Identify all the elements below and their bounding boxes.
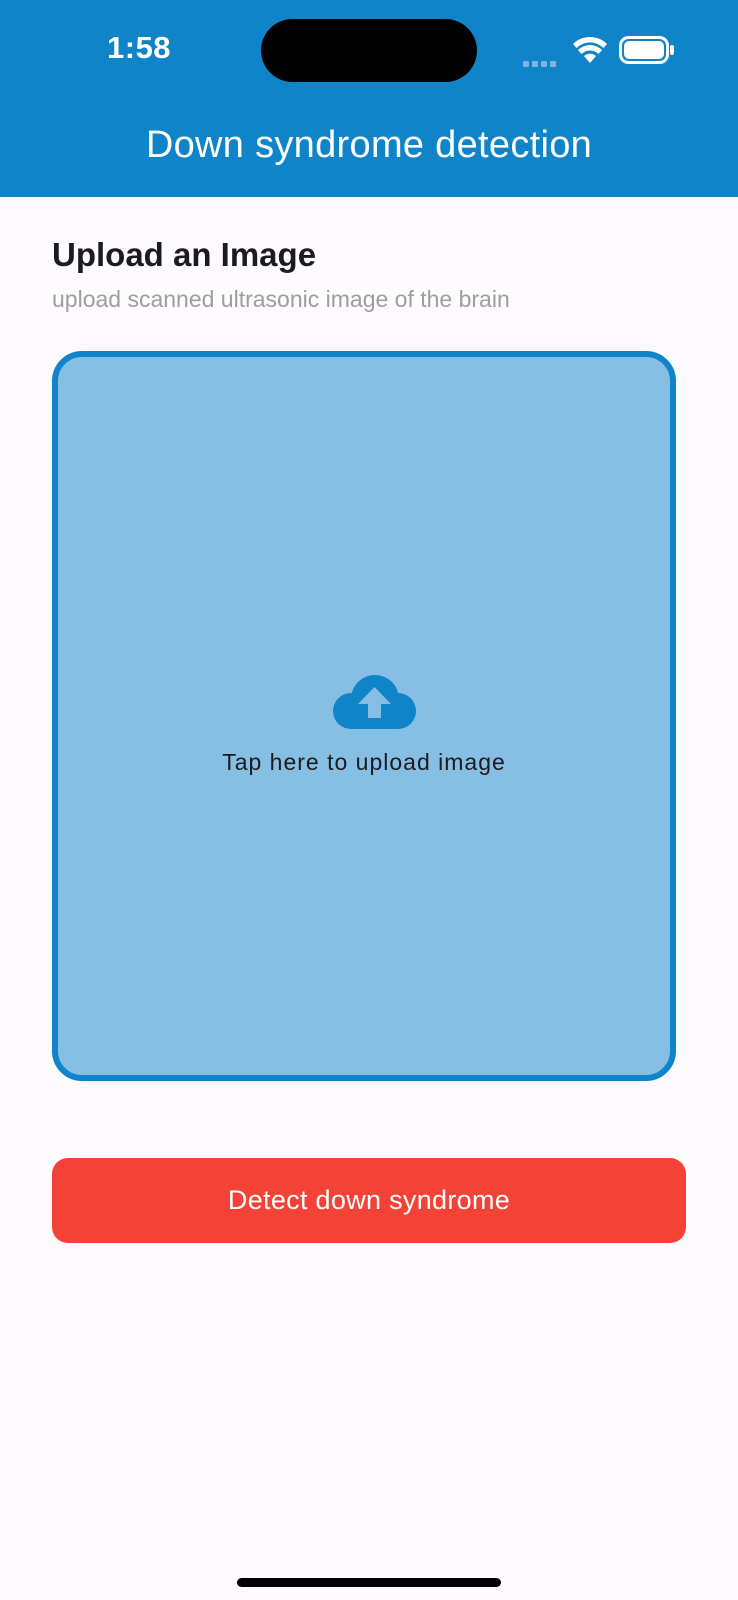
dynamic-island (261, 19, 477, 82)
page-title: Down syndrome detection (145, 124, 593, 166)
detect-down-syndrome-button[interactable]: Detect down syndrome (52, 1158, 686, 1243)
upload-image-area[interactable]: Tap here to upload image (52, 351, 676, 1081)
battery-icon (619, 36, 674, 64)
status-bar-time: 1:58 (107, 30, 172, 65)
app-bar: 1:58 Down syndrome detection (0, 0, 738, 197)
home-indicator (237, 1578, 501, 1587)
wifi-icon (573, 36, 607, 63)
cloud-upload-icon (333, 675, 416, 729)
upload-prompt-label: Tap here to upload image (222, 749, 506, 775)
cellular-signal-icon (523, 54, 563, 67)
upload-section-title: Upload an Image (52, 236, 317, 273)
upload-section-subtitle: upload scanned ultrasonic image of the b… (52, 286, 510, 312)
